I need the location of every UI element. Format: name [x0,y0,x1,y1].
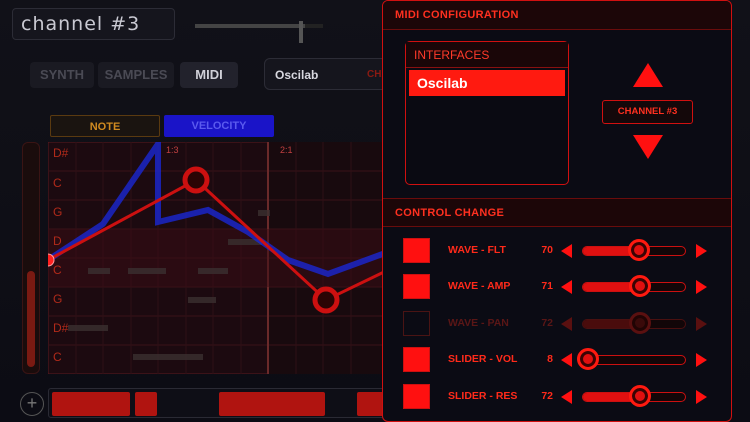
note-label: G [53,292,63,306]
tab-midi[interactable]: MIDI [180,62,238,88]
add-pattern-button[interactable]: + [20,392,44,416]
control-enable-checkbox[interactable] [403,311,430,336]
increment-arrow-icon[interactable] [696,280,707,294]
meter-handle[interactable] [299,21,303,43]
grid-marker-1: 1:3 [166,145,179,155]
decrement-arrow-icon[interactable] [561,390,572,404]
increment-arrow-icon[interactable] [696,353,707,367]
channel-down-icon[interactable] [633,135,663,159]
note-label: C [53,263,62,277]
instrument-name: Oscilab [275,68,319,82]
level-meter [195,4,323,44]
decrement-arrow-icon[interactable] [561,353,572,367]
control-value: 71 [541,280,553,292]
scrollbar-thumb[interactable] [27,271,35,367]
control-label: WAVE - PAN [448,317,509,329]
note-label: D# [53,146,69,160]
note-label: C [53,176,62,190]
control-row: SLIDER - RES 72 [383,382,733,412]
grid-canvas[interactable] [48,142,388,374]
control-change-title: CONTROL CHANGE [383,198,731,227]
instrument-selector[interactable]: Oscilab CHA [264,58,389,90]
increment-arrow-icon[interactable] [696,390,707,404]
tab-velocity[interactable]: VELOCITY [164,115,274,137]
control-slider-knob[interactable] [629,312,652,334]
control-enable-checkbox[interactable] [403,384,430,409]
control-slider-knob[interactable] [628,239,651,261]
channel-name-field[interactable]: channel #3 [12,8,175,40]
control-label: SLIDER - VOL [448,353,518,365]
channel-button[interactable]: CHANNEL #3 [602,100,693,124]
control-slider-knob[interactable] [629,385,652,407]
control-enable-checkbox[interactable] [403,274,430,299]
control-value: 72 [541,390,553,402]
note-label: C [53,350,62,364]
control-row: WAVE - PAN 72 [383,309,733,339]
control-row: WAVE - AMP 71 [383,272,733,302]
note-label: D [53,234,62,248]
control-label: WAVE - AMP [448,280,511,292]
control-label: WAVE - FLT [448,244,506,256]
control-value: 70 [541,244,553,256]
midi-configuration-panel: MIDI CONFIGURATION INTERFACES Oscilab CH… [382,0,732,422]
channel-up-icon[interactable] [633,63,663,87]
grid-marker-2: 2:1 [280,145,293,155]
midi-configuration-title: MIDI CONFIGURATION [383,1,731,30]
pattern-block[interactable] [357,392,385,416]
decrement-arrow-icon[interactable] [561,280,572,294]
note-label: D# [53,321,69,335]
control-value: 8 [547,353,553,365]
decrement-arrow-icon[interactable] [561,317,572,331]
interfaces-title: INTERFACES [406,42,568,68]
control-value: 72 [541,317,553,329]
increment-arrow-icon[interactable] [696,244,707,258]
sequencer-grid[interactable]: 1:3 2:1 D# C G D C G D# C [48,142,388,374]
control-slider-knob[interactable] [577,348,600,370]
vertical-scrollbar[interactable] [22,142,40,374]
interfaces-list[interactable]: INTERFACES Oscilab [405,41,569,185]
interface-item-oscilab[interactable]: Oscilab [409,70,565,96]
control-row: SLIDER - VOL 8 [383,345,733,375]
control-enable-checkbox[interactable] [403,238,430,263]
control-row: WAVE - FLT 70 [383,236,733,266]
tab-note[interactable]: NOTE [50,115,160,137]
pattern-block[interactable] [52,392,130,416]
pattern-strip[interactable] [48,388,388,418]
tab-samples[interactable]: SAMPLES [98,62,174,88]
control-enable-checkbox[interactable] [403,347,430,372]
pattern-block[interactable] [135,392,157,416]
tab-synth[interactable]: SYNTH [30,62,94,88]
control-label: SLIDER - RES [448,390,518,402]
meter-fill [195,24,305,28]
control-slider-knob[interactable] [629,275,652,297]
note-label: G [53,205,63,219]
decrement-arrow-icon[interactable] [561,244,572,258]
increment-arrow-icon[interactable] [696,317,707,331]
pattern-block[interactable] [219,392,325,416]
